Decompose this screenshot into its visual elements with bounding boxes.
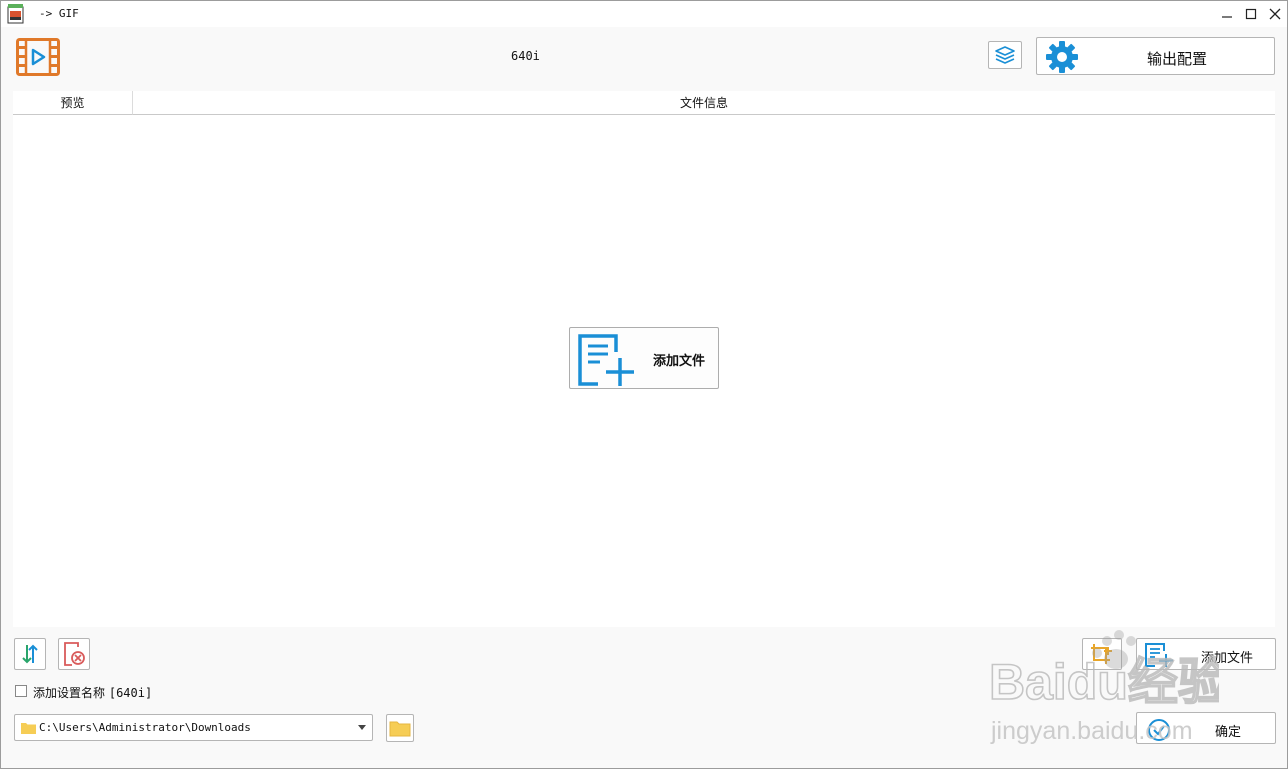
video-logo-icon [16, 38, 60, 76]
add-file-button[interactable]: 添加文件 [1136, 638, 1276, 670]
add-file-center-button[interactable]: 添加文件 [569, 327, 719, 389]
add-file-label: 添加文件 [1201, 651, 1254, 666]
chevron-down-icon [358, 725, 366, 730]
add-file-center-label: 添加文件 [653, 354, 706, 369]
app-icon [7, 4, 24, 24]
add-setting-name-text: 添加设置名称 [33, 686, 106, 700]
sort-button[interactable] [14, 638, 46, 670]
maximize-button[interactable] [1239, 1, 1263, 27]
ok-button[interactable]: 确定 [1136, 712, 1276, 744]
main-window: -> GIF 640i 输出配置 预览 文件信息 添加文件 添加设置名称 [64… [0, 0, 1288, 769]
column-header-file-info[interactable]: 文件信息 [133, 91, 1275, 115]
open-folder-icon [389, 721, 411, 737]
minimize-icon [1222, 16, 1232, 18]
add-file-small-icon [1145, 643, 1173, 667]
output-path-select[interactable]: C:\Users\Administrator\Downloads [14, 714, 373, 741]
checkmark-circle-icon [1148, 719, 1170, 741]
crop-add-icon [1091, 644, 1112, 664]
maximize-icon [1245, 8, 1257, 20]
ok-label: 确定 [1215, 725, 1242, 740]
profile-name: 640i [511, 49, 540, 63]
close-button[interactable] [1263, 1, 1287, 27]
remove-file-button[interactable] [58, 638, 90, 670]
title-bar: -> GIF [1, 1, 1287, 27]
output-config-label: 输出配置 [1147, 50, 1208, 68]
remove-file-icon [64, 642, 85, 666]
output-config-button[interactable]: 输出配置 [1036, 37, 1275, 75]
header-bar: 640i 输出配置 [1, 27, 1287, 89]
file-list[interactable]: 预览 文件信息 添加文件 [13, 91, 1275, 627]
folder-icon [21, 723, 36, 734]
column-header-preview[interactable]: 预览 [13, 91, 133, 115]
sort-arrows-icon [22, 644, 38, 664]
add-setting-name-label[interactable]: 添加设置名称 [640i] [33, 684, 152, 701]
layers-icon [995, 46, 1015, 64]
crop-add-button[interactable] [1082, 638, 1122, 670]
window-title: -> GIF [39, 7, 79, 20]
gear-icon [1046, 41, 1078, 73]
close-icon [1269, 8, 1281, 20]
presets-button[interactable] [988, 41, 1022, 69]
open-folder-button[interactable] [386, 714, 414, 742]
add-setting-name-checkbox[interactable] [15, 685, 27, 697]
minimize-button[interactable] [1215, 1, 1239, 27]
add-setting-name-value: [640i] [108, 686, 153, 700]
add-file-icon [578, 334, 634, 386]
output-path-value: C:\Users\Administrator\Downloads [39, 721, 251, 734]
